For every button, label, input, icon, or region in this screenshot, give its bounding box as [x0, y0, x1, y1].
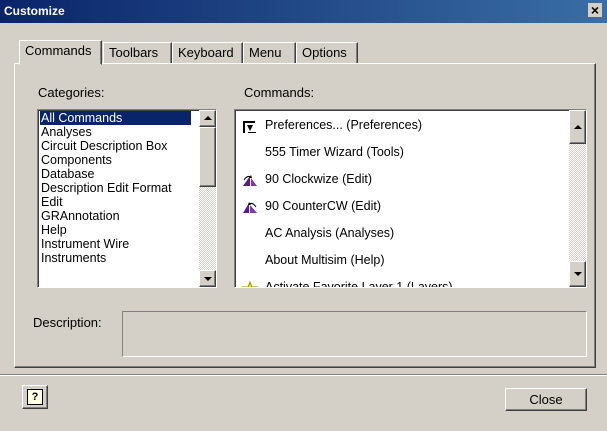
category-item[interactable]: Description Edit Format: [40, 181, 216, 195]
categories-listbox[interactable]: All Commands Analyses Circuit Description …: [37, 109, 217, 288]
window-close-button[interactable]: ×: [588, 3, 602, 17]
arrow-down-icon: [574, 272, 582, 276]
category-item[interactable]: Circuit Description Box: [40, 139, 216, 153]
scroll-down-button[interactable]: [569, 261, 586, 287]
close-button-label: Close: [529, 392, 563, 407]
footer-divider: [0, 374, 607, 376]
command-label: About Multisim (Help): [265, 253, 385, 267]
title-bar: Customize ×: [0, 0, 607, 23]
commands-scrollbar[interactable]: [569, 110, 586, 287]
tab-label: Toolbars: [109, 45, 159, 60]
category-item[interactable]: Help: [40, 223, 216, 237]
star-icon: [241, 280, 259, 287]
tab-label: Menu: [249, 45, 282, 60]
scroll-thumb[interactable]: [199, 127, 216, 187]
tab-label: Commands: [25, 43, 92, 58]
command-label: Activate Favorite Layer 1 (Layers): [265, 280, 453, 288]
preferences-icon: [241, 118, 259, 134]
tab-menu[interactable]: Menu: [243, 42, 296, 64]
command-label: 90 Clockwize (Edit): [265, 172, 372, 186]
rotate-clockwise-icon: [241, 172, 259, 188]
help-icon: ?: [27, 389, 43, 405]
categories-scrollbar[interactable]: [199, 110, 216, 287]
arrow-down-icon: [204, 277, 212, 281]
tab-label: Keyboard: [178, 45, 234, 60]
category-item[interactable]: Analyses: [40, 125, 216, 139]
help-button[interactable]: ?: [22, 385, 48, 409]
category-item[interactable]: Instruments: [40, 251, 216, 265]
command-label: 90 CounterCW (Edit): [265, 199, 382, 213]
rotate-counterclockwise-icon: [241, 199, 259, 215]
description-box: [122, 311, 587, 357]
category-item[interactable]: Components: [40, 153, 216, 167]
commands-listbox[interactable]: Preferences... (Preferences) 555 Timer Wi…: [234, 109, 587, 288]
categories-label: Categories:: [38, 85, 105, 100]
scroll-up-button[interactable]: [569, 110, 586, 144]
category-item[interactable]: Database: [40, 167, 216, 181]
scroll-down-button[interactable]: [199, 270, 216, 287]
window-title: Customize: [4, 4, 65, 18]
tab-toolbars[interactable]: Toolbars: [103, 42, 172, 64]
tab-commands[interactable]: Commands: [19, 40, 102, 65]
commands-label: Commands:: [244, 85, 315, 100]
scroll-up-button[interactable]: [199, 110, 216, 127]
category-item[interactable]: All Commands: [40, 111, 191, 125]
tab-label: Options: [302, 45, 347, 60]
category-item[interactable]: GRAnnotation: [40, 209, 216, 223]
categories-list: All Commands Analyses Circuit Description …: [38, 110, 216, 265]
close-button[interactable]: Close: [505, 388, 587, 411]
tab-options[interactable]: Options: [296, 42, 358, 64]
arrow-up-icon: [574, 125, 582, 129]
command-label: Preferences... (Preferences): [265, 118, 423, 132]
command-label: 555 Timer Wizard (Tools): [265, 145, 404, 159]
category-item[interactable]: Edit: [40, 195, 216, 209]
close-icon: ×: [590, 2, 600, 18]
arrow-up-icon: [204, 116, 212, 120]
tab-keyboard[interactable]: Keyboard: [172, 42, 243, 64]
command-label: AC Analysis (Analyses): [265, 226, 395, 240]
description-label: Description:: [33, 315, 102, 330]
category-item[interactable]: Instrument Wire: [40, 237, 216, 251]
